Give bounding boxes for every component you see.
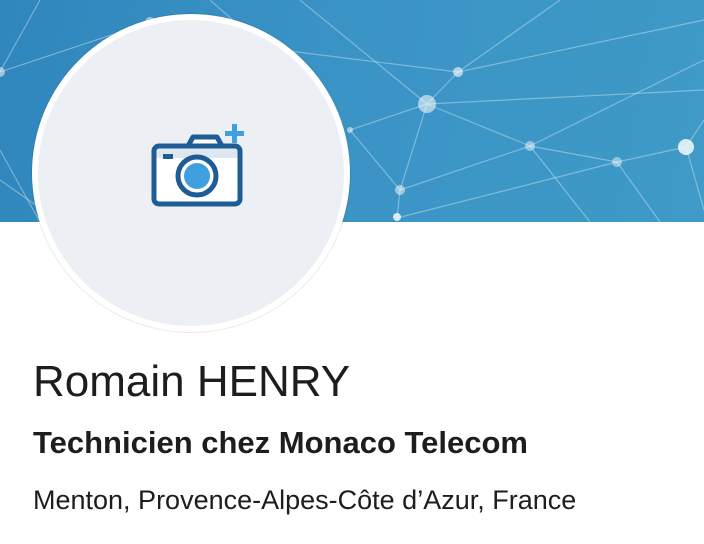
- profile-location: Menton, Provence-Alpes-Côte d’Azur, Fran…: [33, 485, 577, 515]
- profile-headline: Technicien chez Monaco Telecom: [33, 425, 528, 460]
- profile-card: Romain HENRY Technicien chez Monaco Tele…: [0, 0, 704, 544]
- avatar-background: [38, 20, 344, 326]
- profile-photo-placeholder[interactable]: [32, 14, 350, 332]
- profile-name: Romain HENRY: [33, 357, 351, 406]
- camera-add-icon: [151, 124, 244, 207]
